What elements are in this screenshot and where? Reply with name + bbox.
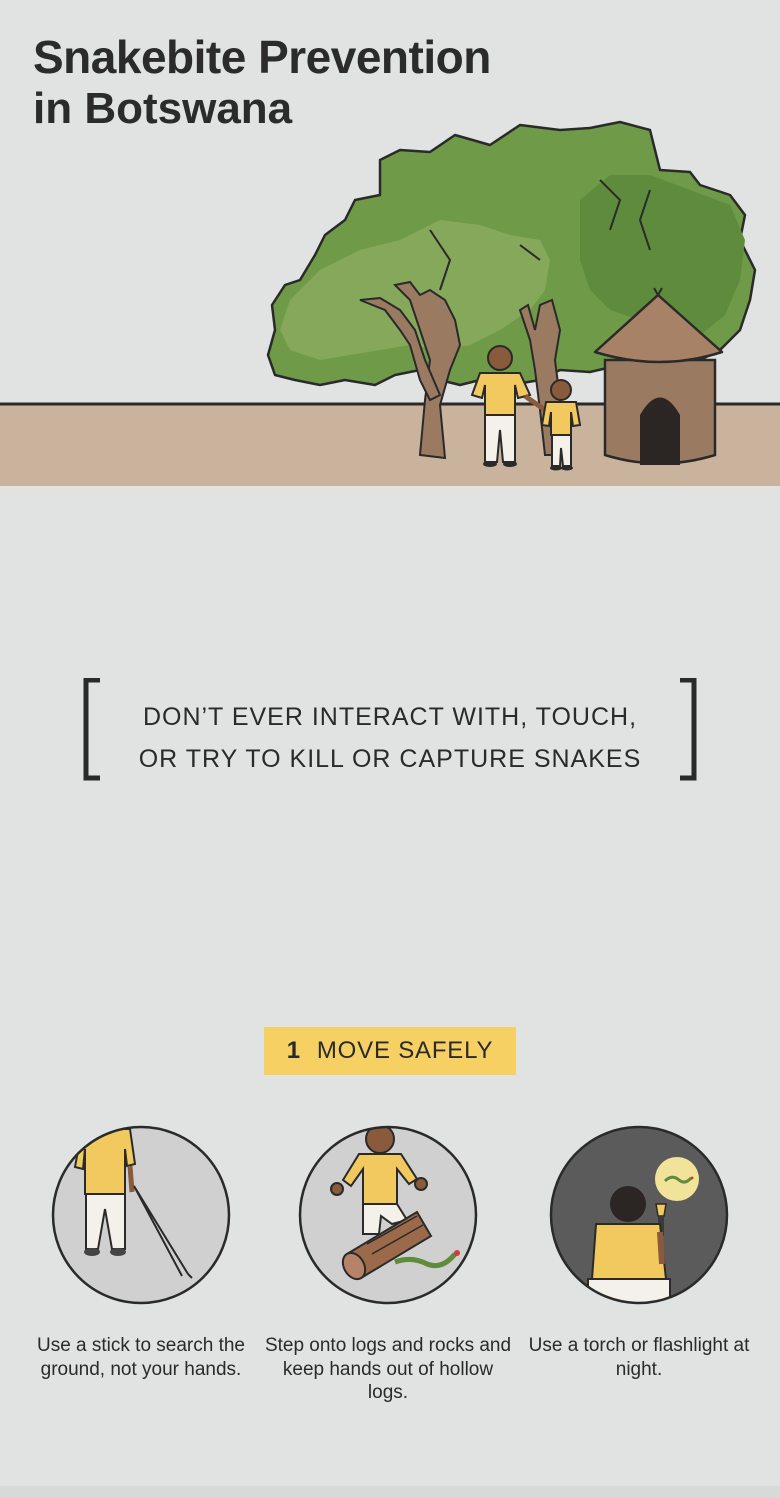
quote-line-2: OR TRY TO KILL OR CAPTURE SNAKES [138, 745, 642, 773]
page-title: Snakebite Prevention in Botswana [33, 30, 491, 134]
section-number: 1 [286, 1037, 301, 1064]
tip-caption: Step onto logs and rocks and keep hands … [264, 1335, 512, 1403]
title-line-1: Snakebite Prevention [33, 31, 491, 83]
section-label: 1 MOVE SAFELY [264, 1027, 516, 1075]
tip-caption: Use a torch or flashlight at night. [528, 1335, 750, 1380]
person-with-torch-icon [549, 1125, 729, 1305]
section-title: MOVE SAFELY [316, 1037, 494, 1064]
hero-section: Snakebite Prevention in Botswana [0, 0, 780, 486]
safety-quote: DON’T EVER INTERACT WITH, TOUCH, OR TRY … [82, 678, 698, 782]
person-stepping-on-log-icon [298, 1125, 478, 1305]
title-line-2: in Botswana [33, 84, 293, 133]
tip-caption: Use a stick to search the ground, not yo… [36, 1335, 246, 1380]
quote-text: DON’T EVER INTERACT WITH, TOUCH, OR TRY … [122, 696, 658, 780]
left-bracket-icon [83, 678, 100, 781]
right-bracket-icon [680, 678, 697, 781]
bottom-divider [0, 1486, 780, 1498]
person-with-stick-icon [51, 1125, 231, 1305]
quote-line-1: DON’T EVER INTERACT WITH, TOUCH, [142, 703, 638, 731]
